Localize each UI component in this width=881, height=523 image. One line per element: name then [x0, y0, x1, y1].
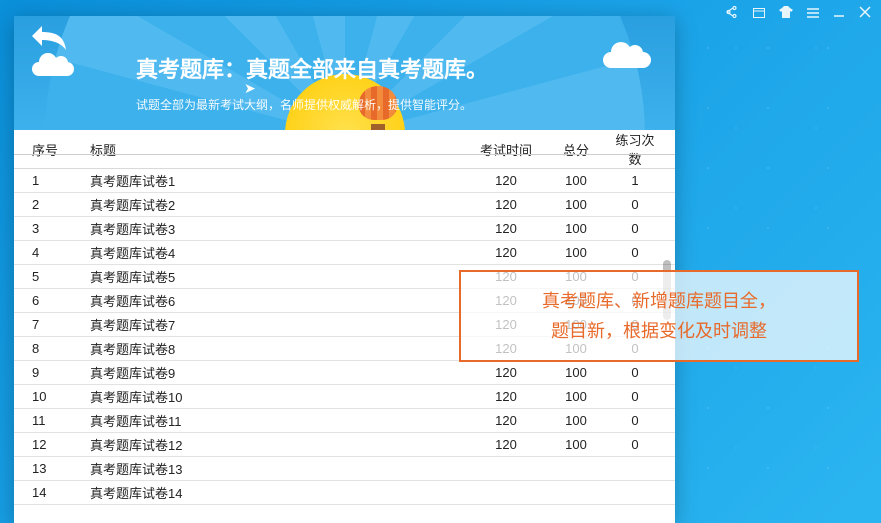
cell-time: 120: [467, 193, 545, 217]
cell-attempts: 0: [607, 193, 675, 217]
close-icon[interactable]: [859, 6, 871, 21]
minimize-icon[interactable]: [833, 6, 845, 21]
cell-score: 100: [545, 193, 607, 217]
table-header-row: 序号 标题 考试时间 总分 练习次数: [14, 130, 675, 169]
cell-score: [545, 457, 607, 481]
hero-title: 真考题库：真题全部来自真考题库。: [136, 52, 488, 84]
col-score: 总分: [545, 130, 607, 169]
cell-title: 真考题库试卷7: [84, 313, 467, 337]
cell-seq: 4: [14, 241, 84, 265]
cell-score: 100: [545, 433, 607, 457]
cell-score: 100: [545, 385, 607, 409]
table-row[interactable]: 2真考题库试卷21201000: [14, 193, 675, 217]
menu-icon[interactable]: [807, 7, 819, 21]
cell-title: 真考题库试卷9: [84, 361, 467, 385]
table-row[interactable]: 1真考题库试卷11201001: [14, 169, 675, 193]
cursor-icon: ➤: [244, 80, 256, 97]
cell-score: [545, 481, 607, 505]
cell-score: 100: [545, 241, 607, 265]
cell-title: 真考题库试卷10: [84, 385, 467, 409]
cell-time: [467, 457, 545, 481]
cell-attempts: [607, 457, 675, 481]
cell-title: 真考题库试卷8: [84, 337, 467, 361]
callout-line1: 真考题库、新增题库题目全，: [542, 286, 776, 316]
cell-seq: 13: [14, 457, 84, 481]
cell-attempts: 0: [607, 217, 675, 241]
callout-line2: 题目新，根据变化及时调整: [551, 316, 767, 346]
cell-score: 100: [545, 409, 607, 433]
cell-seq: 11: [14, 409, 84, 433]
share-icon[interactable]: [725, 6, 739, 21]
cell-seq: 6: [14, 289, 84, 313]
cell-time: 120: [467, 409, 545, 433]
cell-seq: 1: [14, 169, 84, 193]
table-row[interactable]: 3真考题库试卷31201000: [14, 217, 675, 241]
cell-title: 真考题库试卷6: [84, 289, 467, 313]
cell-seq: 5: [14, 265, 84, 289]
callout-box: 真考题库、新增题库题目全， 题目新，根据变化及时调整: [459, 270, 859, 362]
table-row[interactable]: 10真考题库试卷101201000: [14, 385, 675, 409]
cell-seq: 12: [14, 433, 84, 457]
cell-time: 120: [467, 241, 545, 265]
cell-attempts: 0: [607, 409, 675, 433]
col-attempts: 练习次数: [607, 130, 675, 169]
cell-title: 真考题库试卷4: [84, 241, 467, 265]
back-button[interactable]: [28, 22, 70, 57]
cell-seq: 10: [14, 385, 84, 409]
col-time: 考试时间: [467, 130, 545, 169]
table-row[interactable]: 11真考题库试卷111201000: [14, 409, 675, 433]
cell-title: 真考题库试卷1: [84, 169, 467, 193]
col-seq: 序号: [14, 130, 84, 169]
cell-title: 真考题库试卷13: [84, 457, 467, 481]
cell-score: 100: [545, 217, 607, 241]
table-row[interactable]: 4真考题库试卷41201000: [14, 241, 675, 265]
cell-attempts: [607, 481, 675, 505]
cell-time: [467, 481, 545, 505]
cell-attempts: 0: [607, 433, 675, 457]
cell-time: 120: [467, 217, 545, 241]
cell-seq: 3: [14, 217, 84, 241]
table-divider: [14, 154, 675, 155]
cell-time: 120: [467, 385, 545, 409]
cell-title: 真考题库试卷11: [84, 409, 467, 433]
cell-title: 真考题库试卷2: [84, 193, 467, 217]
cloud-icon: [32, 62, 74, 76]
cell-seq: 8: [14, 337, 84, 361]
cell-title: 真考题库试卷14: [84, 481, 467, 505]
cell-title: 真考题库试卷5: [84, 265, 467, 289]
cell-time: 120: [467, 433, 545, 457]
table-row[interactable]: 14真考题库试卷14: [14, 481, 675, 505]
cell-attempts: 0: [607, 385, 675, 409]
hero-subtitle: 试题全部为最新考试大纲，名师提供权威解析，提供智能评分。: [136, 96, 488, 113]
table-row[interactable]: 13真考题库试卷13: [14, 457, 675, 481]
cell-seq: 7: [14, 313, 84, 337]
cell-time: 120: [467, 169, 545, 193]
cell-title: 真考题库试卷12: [84, 433, 467, 457]
skin-icon[interactable]: [779, 6, 793, 21]
cloud-icon: [603, 52, 651, 68]
cell-attempts: 1: [607, 169, 675, 193]
cell-time: 120: [467, 361, 545, 385]
window-icon[interactable]: [753, 7, 765, 21]
cell-seq: 2: [14, 193, 84, 217]
cell-attempts: 0: [607, 361, 675, 385]
col-title: 标题: [84, 130, 467, 169]
hero-banner: 真考题库：真题全部来自真考题库。 试题全部为最新考试大纲，名师提供权威解析，提供…: [14, 16, 675, 130]
table-row[interactable]: 9真考题库试卷91201000: [14, 361, 675, 385]
cell-score: 100: [545, 361, 607, 385]
table-row[interactable]: 12真考题库试卷121201000: [14, 433, 675, 457]
window-toolbar: [725, 6, 871, 21]
cell-seq: 9: [14, 361, 84, 385]
cell-score: 100: [545, 169, 607, 193]
cell-seq: 14: [14, 481, 84, 505]
cell-title: 真考题库试卷3: [84, 217, 467, 241]
